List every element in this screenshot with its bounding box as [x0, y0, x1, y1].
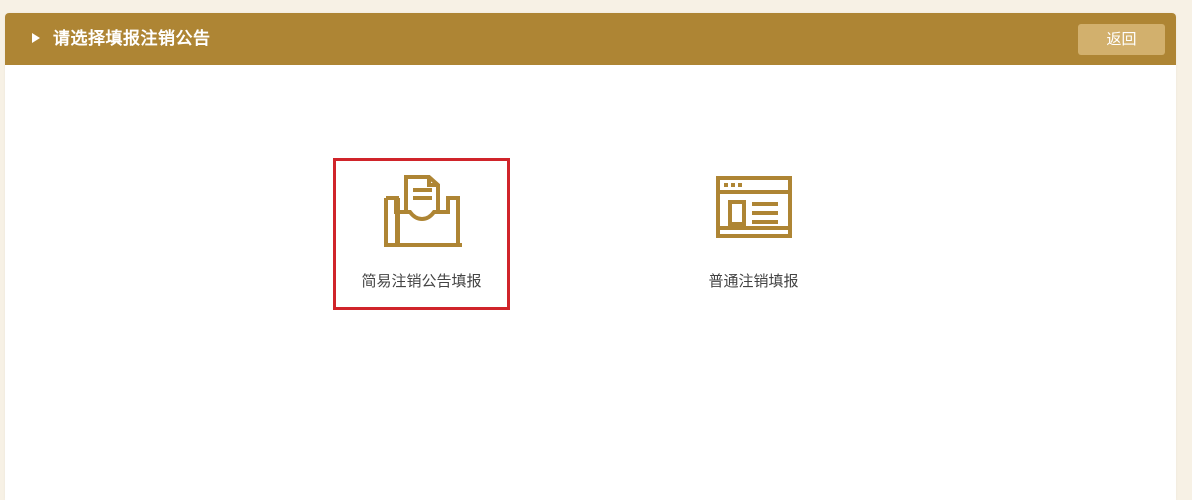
- inbox-document-icon: [383, 175, 462, 247]
- browser-window-icon: [715, 176, 792, 238]
- option-label: 普通注销填报: [708, 272, 799, 290]
- option-simple-deregistration[interactable]: 简易注销公告填报: [333, 158, 510, 310]
- panel-header: 请选择填报注销公告 返回: [5, 13, 1176, 65]
- triangle-right-icon: [32, 33, 40, 43]
- option-normal-deregistration[interactable]: 普通注销填报: [665, 158, 842, 310]
- back-button[interactable]: 返回: [1078, 24, 1165, 55]
- main-panel: 请选择填报注销公告 返回 简易注销公告填报 普通注销填报: [5, 13, 1176, 500]
- page-title: 请选择填报注销公告: [53, 29, 211, 49]
- option-label: 简易注销公告填报: [361, 272, 482, 290]
